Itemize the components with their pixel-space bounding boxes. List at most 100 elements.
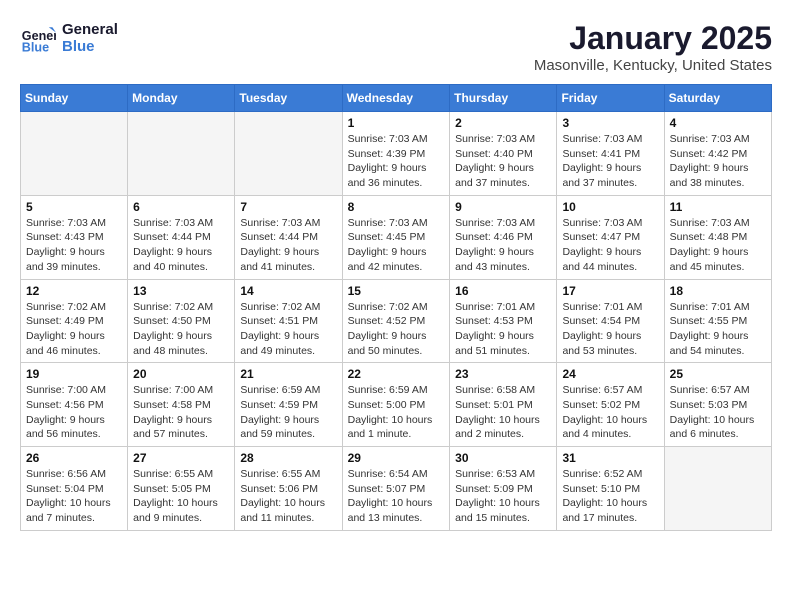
day-number: 15 (348, 284, 445, 298)
day-info: Sunrise: 6:59 AM Sunset: 5:00 PM Dayligh… (348, 383, 445, 442)
calendar-cell: 8 Sunrise: 7:03 AM Sunset: 4:45 PM Daylig… (342, 195, 450, 279)
day-number: 7 (240, 200, 336, 214)
calendar-cell: 27 Sunrise: 6:55 AM Sunset: 5:05 PM Dayli… (128, 447, 235, 531)
month-title: January 2025 (534, 20, 772, 57)
calendar-cell: 7 Sunrise: 7:03 AM Sunset: 4:44 PM Daylig… (235, 195, 342, 279)
day-number: 6 (133, 200, 229, 214)
calendar-cell: 24Sunrise: 6:57 AM Sunset: 5:02 PM Dayli… (557, 363, 664, 447)
logo-icon: General Blue (20, 20, 56, 56)
day-number: 17 (562, 284, 658, 298)
day-number: 8 (348, 200, 445, 214)
week-row-1: 1Sunrise: 7:03 AM Sunset: 4:39 PM Daylig… (21, 112, 772, 196)
weekday-header-monday: Monday (128, 85, 235, 112)
day-info: Sunrise: 7:03 AM Sunset: 4:39 PM Dayligh… (348, 132, 445, 191)
calendar-cell: 12 Sunrise: 7:02 AM Sunset: 4:49 PM Dayli… (21, 279, 128, 363)
page-header: General Blue General Blue January 2025 M… (20, 20, 772, 74)
calendar-cell: 16 Sunrise: 7:01 AM Sunset: 4:53 PM Dayli… (450, 279, 557, 363)
day-info: Sunrise: 6:57 AM Sunset: 5:03 PM Dayligh… (670, 383, 766, 442)
week-row-4: 19Sunrise: 7:00 AM Sunset: 4:56 PM Dayli… (21, 363, 772, 447)
day-number: 10 (562, 200, 658, 214)
day-info: Sunrise: 6:57 AM Sunset: 5:02 PM Dayligh… (562, 383, 658, 442)
calendar-cell: 25Sunrise: 6:57 AM Sunset: 5:03 PM Dayli… (664, 363, 771, 447)
day-info: Sunrise: 6:56 AM Sunset: 5:04 PM Dayligh… (26, 467, 122, 526)
day-number: 3 (562, 116, 658, 130)
calendar-table: SundayMondayTuesdayWednesdayThursdayFrid… (20, 84, 772, 531)
day-number: 16 (455, 284, 551, 298)
week-row-3: 12 Sunrise: 7:02 AM Sunset: 4:49 PM Dayli… (21, 279, 772, 363)
day-info: Sunrise: 7:01 AM Sunset: 4:55 PM Dayligh… (670, 300, 766, 359)
day-info: Sunrise: 7:03 AM Sunset: 4:41 PM Dayligh… (562, 132, 658, 191)
calendar-cell (235, 112, 342, 196)
calendar-cell: 14 Sunrise: 7:02 AM Sunset: 4:51 PM Dayli… (235, 279, 342, 363)
calendar-cell: 23 Sunrise: 6:58 AM Sunset: 5:01 PM Dayli… (450, 363, 557, 447)
day-number: 27 (133, 451, 229, 465)
calendar-cell: 31 Sunrise: 6:52 AM Sunset: 5:10 PM Dayli… (557, 447, 664, 531)
day-number: 22 (348, 367, 445, 381)
calendar-cell (664, 447, 771, 531)
calendar-cell: 9Sunrise: 7:03 AM Sunset: 4:46 PM Daylig… (450, 195, 557, 279)
day-number: 26 (26, 451, 122, 465)
calendar-cell: 21 Sunrise: 6:59 AM Sunset: 4:59 PM Dayli… (235, 363, 342, 447)
calendar-cell: 29Sunrise: 6:54 AM Sunset: 5:07 PM Dayli… (342, 447, 450, 531)
calendar-cell: 3 Sunrise: 7:03 AM Sunset: 4:41 PM Daylig… (557, 112, 664, 196)
day-info: Sunrise: 7:01 AM Sunset: 4:54 PM Dayligh… (562, 300, 658, 359)
calendar-cell (128, 112, 235, 196)
weekday-header-row: SundayMondayTuesdayWednesdayThursdayFrid… (21, 85, 772, 112)
day-info: Sunrise: 7:03 AM Sunset: 4:44 PM Dayligh… (240, 216, 336, 275)
day-number: 23 (455, 367, 551, 381)
day-number: 20 (133, 367, 229, 381)
day-number: 19 (26, 367, 122, 381)
day-info: Sunrise: 7:02 AM Sunset: 4:51 PM Dayligh… (240, 300, 336, 359)
calendar-cell: 19Sunrise: 7:00 AM Sunset: 4:56 PM Dayli… (21, 363, 128, 447)
calendar-cell: 26 Sunrise: 6:56 AM Sunset: 5:04 PM Dayli… (21, 447, 128, 531)
day-number: 21 (240, 367, 336, 381)
day-info: Sunrise: 7:02 AM Sunset: 4:49 PM Dayligh… (26, 300, 122, 359)
day-number: 14 (240, 284, 336, 298)
day-number: 12 (26, 284, 122, 298)
day-info: Sunrise: 7:03 AM Sunset: 4:45 PM Dayligh… (348, 216, 445, 275)
day-info: Sunrise: 7:02 AM Sunset: 4:52 PM Dayligh… (348, 300, 445, 359)
calendar-cell: 17 Sunrise: 7:01 AM Sunset: 4:54 PM Dayli… (557, 279, 664, 363)
logo-line2: Blue (62, 38, 118, 55)
calendar-cell: 22 Sunrise: 6:59 AM Sunset: 5:00 PM Dayli… (342, 363, 450, 447)
day-info: Sunrise: 7:03 AM Sunset: 4:43 PM Dayligh… (26, 216, 122, 275)
day-info: Sunrise: 6:53 AM Sunset: 5:09 PM Dayligh… (455, 467, 551, 526)
day-info: Sunrise: 6:55 AM Sunset: 5:05 PM Dayligh… (133, 467, 229, 526)
calendar-cell: 10Sunrise: 7:03 AM Sunset: 4:47 PM Dayli… (557, 195, 664, 279)
day-info: Sunrise: 7:03 AM Sunset: 4:44 PM Dayligh… (133, 216, 229, 275)
day-number: 11 (670, 200, 766, 214)
weekday-header-sunday: Sunday (21, 85, 128, 112)
day-number: 30 (455, 451, 551, 465)
day-info: Sunrise: 6:52 AM Sunset: 5:10 PM Dayligh… (562, 467, 658, 526)
calendar-cell: 15 Sunrise: 7:02 AM Sunset: 4:52 PM Dayli… (342, 279, 450, 363)
day-info: Sunrise: 7:01 AM Sunset: 4:53 PM Dayligh… (455, 300, 551, 359)
title-block: January 2025 Masonville, Kentucky, Unite… (534, 20, 772, 74)
calendar-cell: 5 Sunrise: 7:03 AM Sunset: 4:43 PM Daylig… (21, 195, 128, 279)
calendar-cell: 1Sunrise: 7:03 AM Sunset: 4:39 PM Daylig… (342, 112, 450, 196)
day-info: Sunrise: 6:59 AM Sunset: 4:59 PM Dayligh… (240, 383, 336, 442)
calendar-cell: 4Sunrise: 7:03 AM Sunset: 4:42 PM Daylig… (664, 112, 771, 196)
calendar-cell: 11 Sunrise: 7:03 AM Sunset: 4:48 PM Dayli… (664, 195, 771, 279)
location-title: Masonville, Kentucky, United States (534, 57, 772, 74)
day-info: Sunrise: 7:03 AM Sunset: 4:48 PM Dayligh… (670, 216, 766, 275)
day-info: Sunrise: 7:03 AM Sunset: 4:40 PM Dayligh… (455, 132, 551, 191)
logo-line1: General (62, 21, 118, 38)
day-number: 2 (455, 116, 551, 130)
day-info: Sunrise: 6:54 AM Sunset: 5:07 PM Dayligh… (348, 467, 445, 526)
calendar-cell: 30 Sunrise: 6:53 AM Sunset: 5:09 PM Dayli… (450, 447, 557, 531)
calendar-cell: 28Sunrise: 6:55 AM Sunset: 5:06 PM Dayli… (235, 447, 342, 531)
weekday-header-saturday: Saturday (664, 85, 771, 112)
day-number: 31 (562, 451, 658, 465)
logo: General Blue General Blue (20, 20, 118, 56)
day-info: Sunrise: 6:58 AM Sunset: 5:01 PM Dayligh… (455, 383, 551, 442)
weekday-header-thursday: Thursday (450, 85, 557, 112)
day-number: 4 (670, 116, 766, 130)
day-number: 18 (670, 284, 766, 298)
day-info: Sunrise: 7:02 AM Sunset: 4:50 PM Dayligh… (133, 300, 229, 359)
calendar-cell: 2 Sunrise: 7:03 AM Sunset: 4:40 PM Daylig… (450, 112, 557, 196)
day-number: 13 (133, 284, 229, 298)
weekday-header-tuesday: Tuesday (235, 85, 342, 112)
week-row-5: 26 Sunrise: 6:56 AM Sunset: 5:04 PM Dayli… (21, 447, 772, 531)
weekday-header-wednesday: Wednesday (342, 85, 450, 112)
day-number: 5 (26, 200, 122, 214)
